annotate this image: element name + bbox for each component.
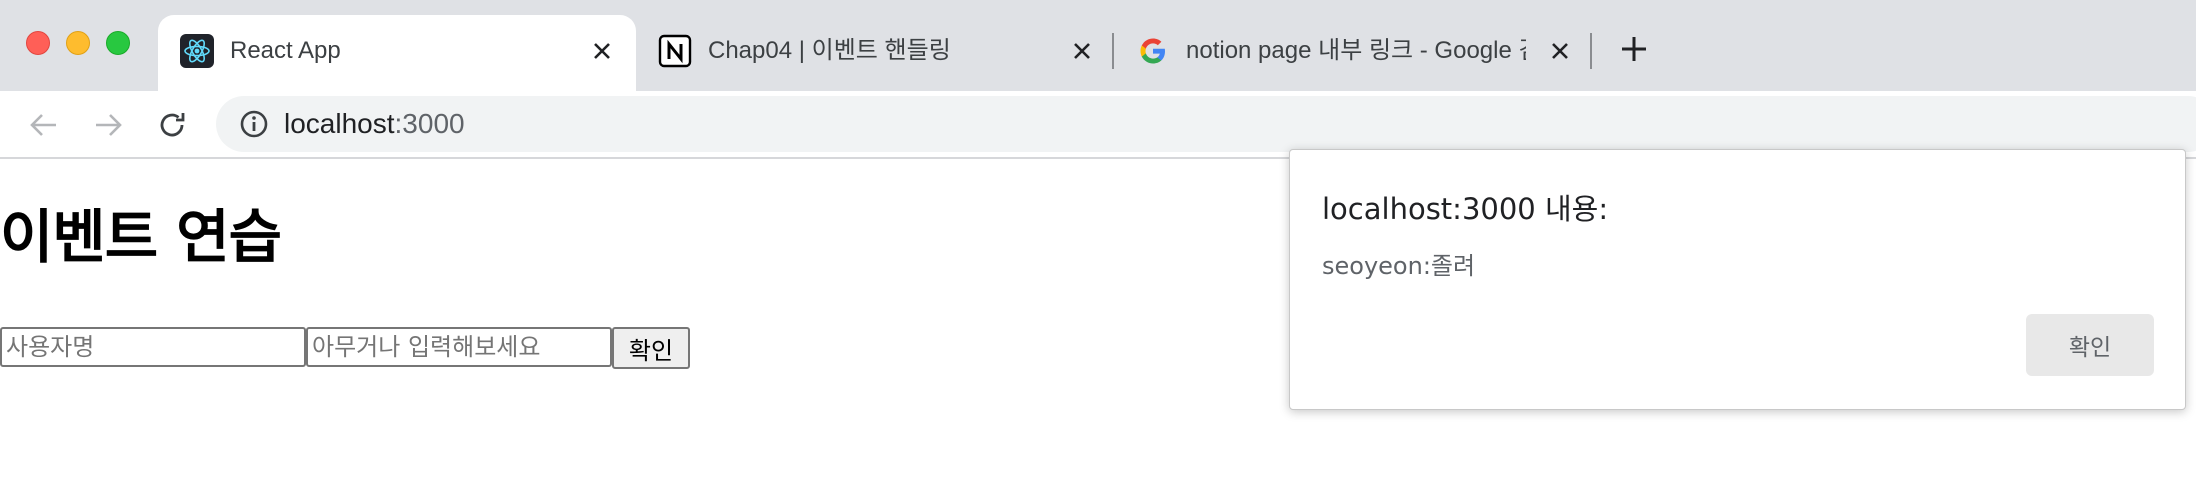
forward-button[interactable] (88, 105, 128, 145)
google-icon (1136, 34, 1170, 68)
reload-icon (160, 113, 185, 137)
back-button[interactable] (24, 105, 64, 145)
tab-google-search[interactable]: notion page 내부 링크 - Google 검색 (1114, 15, 1590, 91)
browser-window: React App Chap04 | 이벤트 핸들링 notion page 내… (0, 0, 2196, 486)
arrow-left-icon (30, 114, 56, 136)
tab-strip: React App Chap04 | 이벤트 핸들링 notion page 내… (0, 0, 2196, 91)
address-bar[interactable]: localhost:3000 (216, 96, 2196, 152)
tab-close-icon[interactable] (1546, 37, 1574, 65)
tab-close-icon[interactable] (1068, 37, 1096, 65)
window-minimize-button[interactable] (66, 31, 90, 55)
tab-react-app[interactable]: React App (158, 15, 636, 91)
window-maximize-button[interactable] (106, 31, 130, 55)
alert-title: localhost:3000 내용: (1322, 192, 1609, 226)
tab-close-icon[interactable] (588, 37, 616, 65)
url-port: :3000 (394, 108, 465, 139)
window-close-button[interactable] (26, 31, 50, 55)
tab-title: React App (230, 37, 341, 64)
arrow-right-icon (96, 114, 122, 136)
plus-icon (1622, 37, 1646, 61)
notion-icon (658, 34, 692, 68)
alert-message: seoyeon:졸려 (1322, 252, 1476, 280)
react-icon (180, 34, 214, 68)
alert-dialog: localhost:3000 내용: seoyeon:졸려 확인 (1289, 149, 2186, 410)
reload-button[interactable] (152, 105, 192, 145)
alert-ok-button[interactable]: 확인 (2026, 314, 2154, 376)
new-tab-button[interactable] (1616, 31, 1652, 67)
tab-title: Chap04 | 이벤트 핸들링 (708, 37, 951, 64)
confirm-button[interactable]: 확인 (612, 327, 690, 369)
tab-separator (1590, 33, 1592, 69)
tab-title: notion page 내부 링크 - Google 검색 (1186, 37, 1526, 64)
username-input[interactable] (0, 327, 306, 367)
tab-chap04[interactable]: Chap04 | 이벤트 핸들링 (636, 15, 1112, 91)
info-icon[interactable] (238, 108, 270, 140)
url-text: localhost:3000 (284, 108, 465, 140)
page-title: 이벤트 연습 (0, 203, 282, 271)
url-host: localhost (284, 108, 395, 139)
message-input[interactable] (306, 327, 612, 367)
